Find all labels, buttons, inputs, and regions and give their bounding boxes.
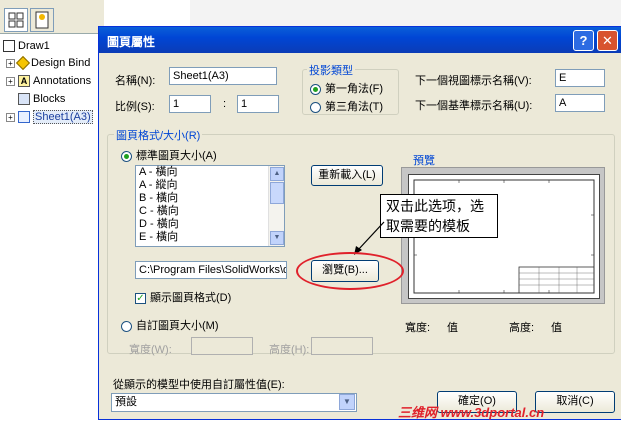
dialog-title: 圖頁屬性 [107,35,156,49]
help-icon[interactable]: ? [573,30,594,51]
third-angle-radio[interactable]: 第三角法(T) [310,98,383,114]
paper-size-listbox[interactable]: A - 橫向 A - 縱向 B - 橫向 C - 橫向 D - 橫向 E - 橫… [135,165,285,247]
sheet-properties-dialog: 圖頁屬性 ? ✕ 名稱(N): Sheet1(A3) 比例(S): 1 : 1 … [98,26,621,420]
preview-width-value: 值 [447,322,458,334]
custom-properties-value: 預設 [115,396,137,408]
preview-height-value: 值 [551,322,562,334]
checkbox-checked-icon[interactable]: ✓ [135,292,146,304]
custom-width-label: 寬度(W): [129,344,172,356]
preview-height-label: 高度: [509,322,535,334]
custom-properties-select[interactable]: 預設 ▼ [111,393,357,412]
watermark-text: 三维网 www.3dportal.cn [398,405,545,420]
dialog-titlebar[interactable]: 圖頁屬性 ? ✕ [99,27,621,53]
expand-icon[interactable]: + [6,112,15,122]
reload-button[interactable]: 重新載入(L) [311,165,383,186]
annotations-icon: A [18,75,30,88]
property-manager-tab-icon[interactable] [30,8,54,32]
custom-width-input [191,337,253,355]
format-path-input[interactable]: C:\Program Files\SolidWorks\d [135,261,287,279]
radio-selected-icon[interactable] [310,83,321,95]
name-input[interactable]: Sheet1(A3) [169,67,277,85]
sheet-format-title: 圖頁格式/大小(R) [114,127,203,143]
preview-width-label: 寬度: [405,322,431,334]
list-item[interactable]: D - 橫向 [136,218,284,231]
scale-colon: : [223,98,227,110]
scroll-up-icon[interactable]: ▲ [270,167,284,181]
custom-height-input [311,337,373,355]
custom-properties-label: 從顯示的模型中使用自訂屬性值(E): [113,379,285,391]
blocks-icon [18,93,30,106]
instruction-callout: 双击此选项，选 取需要的模板 [380,194,498,238]
next-datum-input[interactable]: A [555,94,605,112]
cancel-button[interactable]: 取消(C) [535,391,615,413]
close-icon[interactable]: ✕ [597,30,618,51]
next-view-label: 下一個視圖標示名稱(V): [415,75,532,87]
list-item[interactable]: A - 橫向 [136,166,284,179]
sheet-icon [18,111,30,124]
list-item[interactable]: C - 橫向 [136,205,284,218]
chevron-down-icon[interactable]: ▼ [339,394,355,410]
scale-label: 比例(S): [115,101,155,113]
tree-item-sheet1[interactable]: + Sheet1(A3) [6,109,93,125]
expand-icon[interactable]: + [6,76,15,86]
drawing-icon [3,40,15,53]
list-item[interactable]: B - 橫向 [136,192,284,205]
custom-height-label: 高度(H): [269,344,310,356]
tree-item-blocks[interactable]: Blocks [18,91,65,107]
standard-size-radio[interactable]: 標準圖頁大小(A) [121,147,217,163]
design-binder-icon [15,56,31,71]
scale-denominator-input[interactable]: 1 [237,95,279,113]
next-view-input[interactable]: E [555,69,605,87]
radio-icon[interactable] [121,320,132,332]
tree-tab-strip [0,0,104,34]
display-format-checkbox[interactable]: ✓ 顯示圖頁格式(D) [135,289,231,305]
radio-selected-icon[interactable] [121,150,132,162]
list-item[interactable]: A - 縱向 [136,179,284,192]
tree-item-draw1[interactable]: Draw1 [3,38,50,54]
custom-size-radio[interactable]: 自訂圖頁大小(M) [121,317,219,333]
callout-line-1: 双击此选项，选 [386,198,484,214]
expand-icon[interactable]: + [6,58,15,68]
list-item[interactable]: E - 橫向 [136,231,284,244]
radio-icon[interactable] [310,101,321,113]
name-label: 名稱(N): [115,75,156,87]
preview-title: 預覽 [411,152,437,168]
listbox-scrollbar[interactable]: ▲ ▼ [268,166,284,246]
highlight-ellipse [296,252,404,290]
tree-item-annotations[interactable]: + A Annotations [6,73,91,89]
feature-manager-tab-icon[interactable] [4,8,28,32]
feature-tree-panel: Draw1 + Design Bind + A Annotations Blocks … [0,0,104,420]
scroll-thumb[interactable] [270,182,284,204]
scroll-down-icon[interactable]: ▼ [270,231,284,245]
first-angle-radio[interactable]: 第一角法(F) [310,80,383,96]
projection-type-title: 投影類型 [307,62,355,78]
callout-line-2: 取需要的模板 [386,218,470,234]
next-datum-label: 下一個基準標示名稱(U): [415,100,533,112]
tree-item-design-binder[interactable]: + Design Bind [6,55,90,71]
scale-numerator-input[interactable]: 1 [169,95,211,113]
